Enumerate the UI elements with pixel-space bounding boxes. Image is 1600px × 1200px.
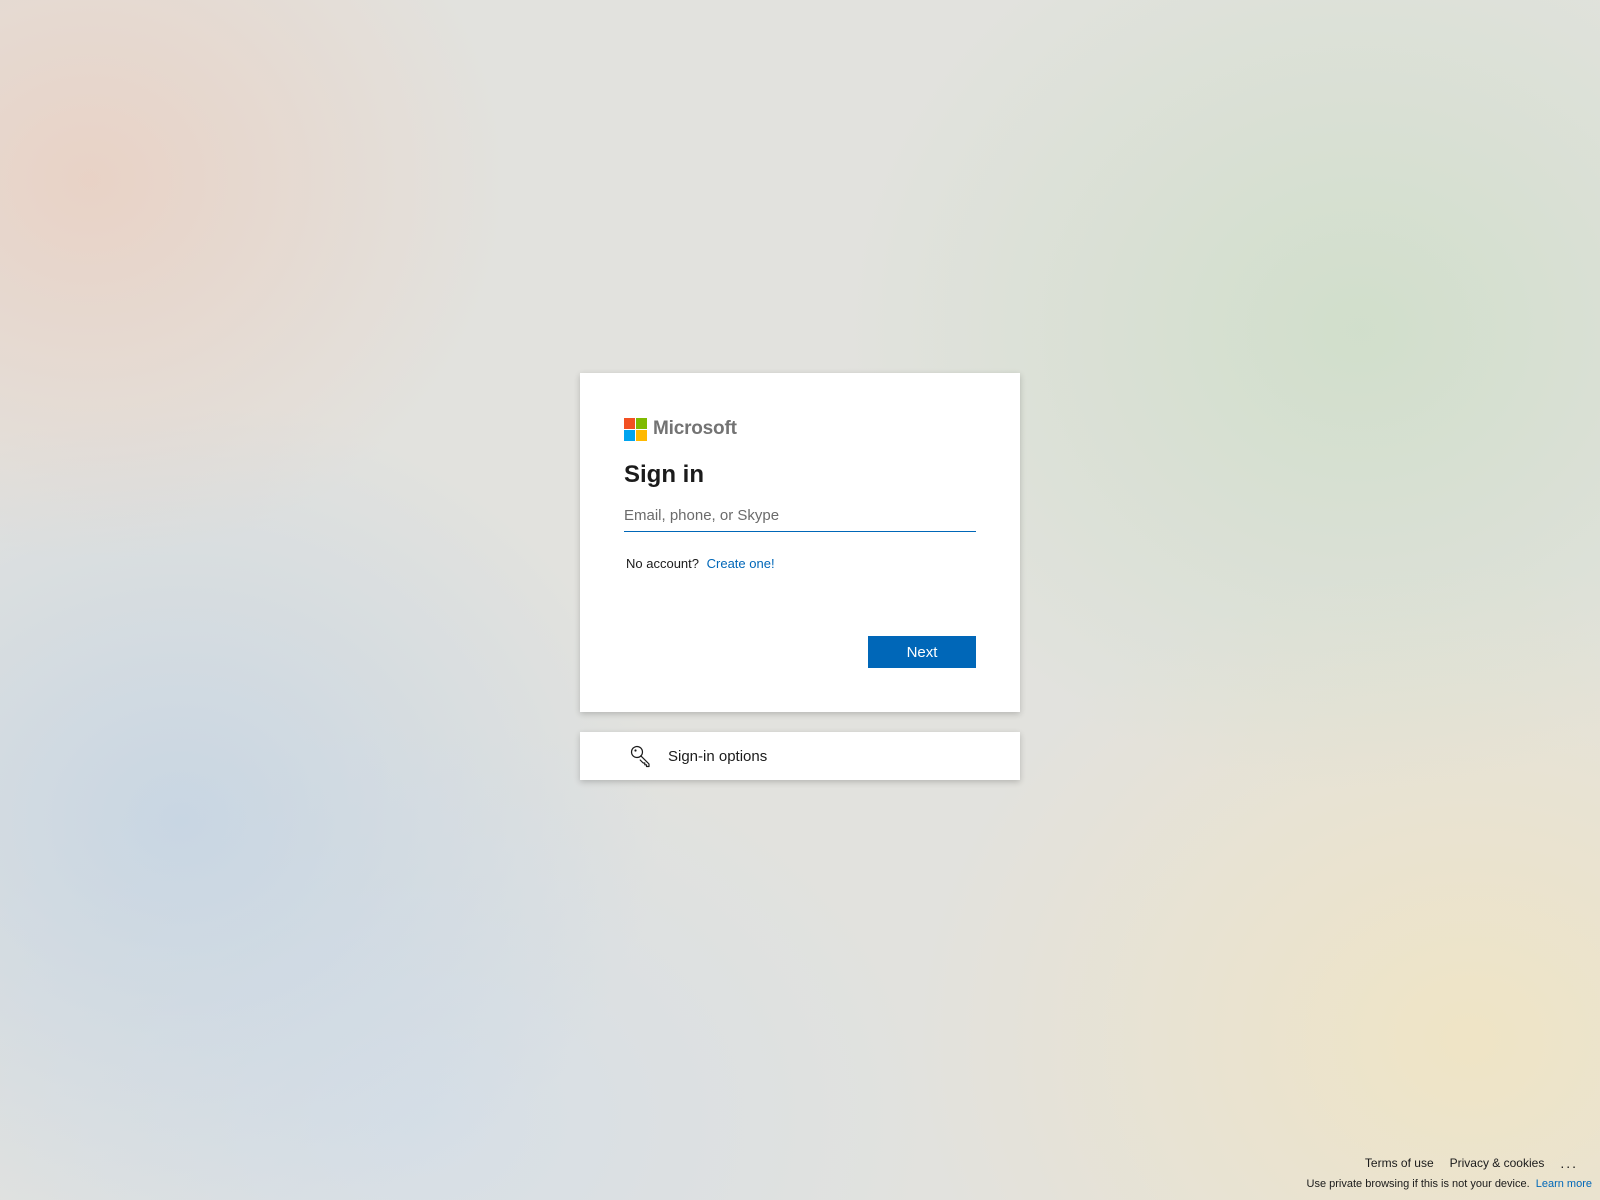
logo-square-blue (624, 429, 635, 441)
no-account-text: No account? (626, 556, 699, 571)
no-account-row: No account? Create one! (626, 556, 775, 571)
footer: Terms of use Privacy & cookies ... (1349, 1155, 1578, 1171)
page-title: Sign in (624, 461, 704, 488)
key-icon (628, 743, 654, 769)
privacy-cookies-link[interactable]: Privacy & cookies (1450, 1156, 1545, 1170)
email-input[interactable] (624, 500, 976, 532)
sign-in-options-label: Sign-in options (668, 747, 768, 765)
logo-text: Microsoft (653, 418, 737, 439)
logo-square-yellow (636, 429, 647, 441)
sign-in-card: Microsoft Sign in No account? Create one… (580, 373, 1020, 712)
sign-in-options-button[interactable]: Sign-in options (580, 732, 1020, 780)
logo-square-green (636, 417, 647, 429)
logo-square-red (624, 417, 635, 429)
private-browsing-text: Use private browsing if this is not your… (1306, 1178, 1530, 1190)
more-options-button[interactable]: ... (1560, 1155, 1578, 1171)
microsoft-logo-icon (624, 417, 647, 441)
terms-of-use-link[interactable]: Terms of use (1365, 1156, 1434, 1170)
microsoft-logo: Microsoft (624, 417, 737, 441)
private-browsing-note: Use private browsing if this is not your… (1307, 1178, 1592, 1190)
learn-more-link[interactable]: Learn more (1536, 1178, 1592, 1190)
next-button[interactable]: Next (868, 636, 976, 668)
create-account-link[interactable]: Create one! (707, 556, 775, 571)
